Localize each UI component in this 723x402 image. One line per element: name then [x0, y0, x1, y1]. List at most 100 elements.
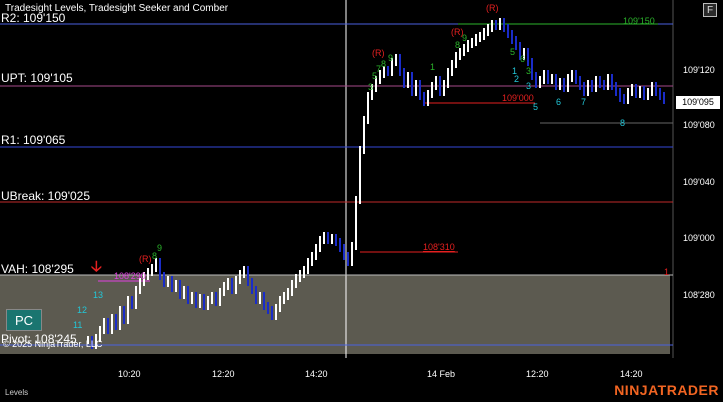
tab-levels[interactable]: Levels: [5, 388, 28, 397]
price-bar: [355, 196, 357, 250]
line-label-109000: 109'000: [502, 93, 534, 103]
seeker-count: 9: [462, 33, 468, 43]
brand-ninja: NINJA: [614, 382, 658, 398]
price-bar: [163, 272, 165, 287]
price-bar: [359, 146, 361, 204]
price-bar: [587, 80, 589, 96]
comber-count: 2: [514, 74, 520, 84]
price-bar: [279, 296, 281, 312]
price-bar: [315, 244, 317, 260]
price-bar: [651, 82, 653, 96]
price-bar: [331, 234, 333, 244]
comber-count: 6: [556, 97, 562, 107]
price-bar: [515, 36, 517, 50]
price-bar: [343, 244, 345, 260]
price-tick: 108'280: [683, 290, 715, 300]
price-bar: [471, 38, 473, 48]
price-bar: [215, 292, 217, 306]
comber-count: 11: [73, 320, 83, 330]
seeker-count: 8: [152, 251, 158, 261]
price-bar: [599, 76, 601, 88]
seeker-count: 1: [430, 62, 436, 72]
price-bar: [107, 318, 109, 334]
price-bar: [235, 276, 237, 294]
ninjatrader-logo: NINJATRADER: [614, 382, 719, 398]
price-bar: [635, 84, 637, 98]
time-tick: 14:20: [620, 369, 643, 379]
price-bar: [387, 66, 389, 76]
price-bar: [547, 70, 549, 84]
seeker-count: 5: [510, 47, 516, 57]
price-bar: [647, 88, 649, 100]
price-bar: [503, 18, 505, 32]
price-bar: [275, 304, 277, 320]
price-bar: [411, 72, 413, 96]
reversal-marker: (R): [372, 48, 385, 58]
price-bar: [431, 82, 433, 98]
price-bar: [347, 252, 349, 266]
time-tick: 10:20: [118, 369, 141, 379]
price-bar: [179, 280, 181, 299]
price-bar: [271, 306, 273, 320]
price-bar: [159, 258, 161, 280]
price-bar: [323, 232, 325, 244]
price-bar: [567, 74, 569, 92]
price-bar: [399, 54, 401, 76]
price-bar: [483, 28, 485, 40]
seeker-count: 3: [368, 82, 374, 92]
price-bar: [555, 74, 557, 90]
level-label-r1: R1: 109'065: [1, 133, 66, 147]
price-bar: [543, 70, 545, 84]
price-bar: [639, 86, 641, 98]
price-bar: [511, 30, 513, 44]
price-bar: [563, 78, 565, 92]
price-bar: [367, 92, 369, 124]
price-bar: [151, 264, 153, 276]
price-bar: [507, 24, 509, 38]
comber-count: 7: [581, 97, 587, 107]
price-bar: [539, 76, 541, 88]
price-bar: [623, 94, 625, 104]
level-end-marker: 1: [664, 267, 670, 277]
price-bar: [551, 74, 553, 84]
brand-trader: TRADER: [657, 382, 719, 398]
price-bar: [439, 76, 441, 96]
seeker-count: 6: [520, 54, 526, 64]
price-bar: [475, 34, 477, 46]
price-bar: [595, 76, 597, 92]
comber-count: 3: [526, 81, 532, 91]
price-bar: [311, 252, 313, 266]
level-label-r2: R2: 109'150: [1, 11, 66, 25]
price-bar: [659, 88, 661, 100]
price-bar: [403, 68, 405, 88]
seeker-count: 9: [157, 243, 163, 253]
price-bar: [427, 90, 429, 106]
price-bar: [611, 74, 613, 90]
price-bar: [239, 270, 241, 284]
price-bar: [663, 92, 665, 104]
price-bar: [231, 278, 233, 294]
price-bar: [307, 258, 309, 274]
down-arrow-icon: 🡣: [91, 258, 102, 275]
price-bar: [535, 72, 537, 88]
price-chart[interactable]: [0, 0, 723, 402]
price-bar: [423, 92, 425, 106]
price-bar: [579, 76, 581, 90]
price-bar: [455, 52, 457, 68]
price-bar: [291, 280, 293, 296]
seeker-count: 9: [388, 53, 394, 63]
price-bar: [655, 82, 657, 96]
current-price-marker: 109'095: [676, 96, 720, 109]
price-bar: [499, 18, 501, 30]
price-bar: [419, 80, 421, 100]
price-tick: 109'000: [683, 233, 715, 243]
pc-badge[interactable]: PC: [6, 309, 42, 331]
time-tick: 14:20: [305, 369, 328, 379]
price-bar: [167, 276, 169, 287]
price-tick: 109'040: [683, 177, 715, 187]
price-bar: [339, 238, 341, 252]
price-bar: [187, 286, 189, 304]
comber-count: 5: [533, 102, 539, 112]
price-bar: [267, 302, 269, 314]
f-button[interactable]: F: [703, 3, 717, 17]
